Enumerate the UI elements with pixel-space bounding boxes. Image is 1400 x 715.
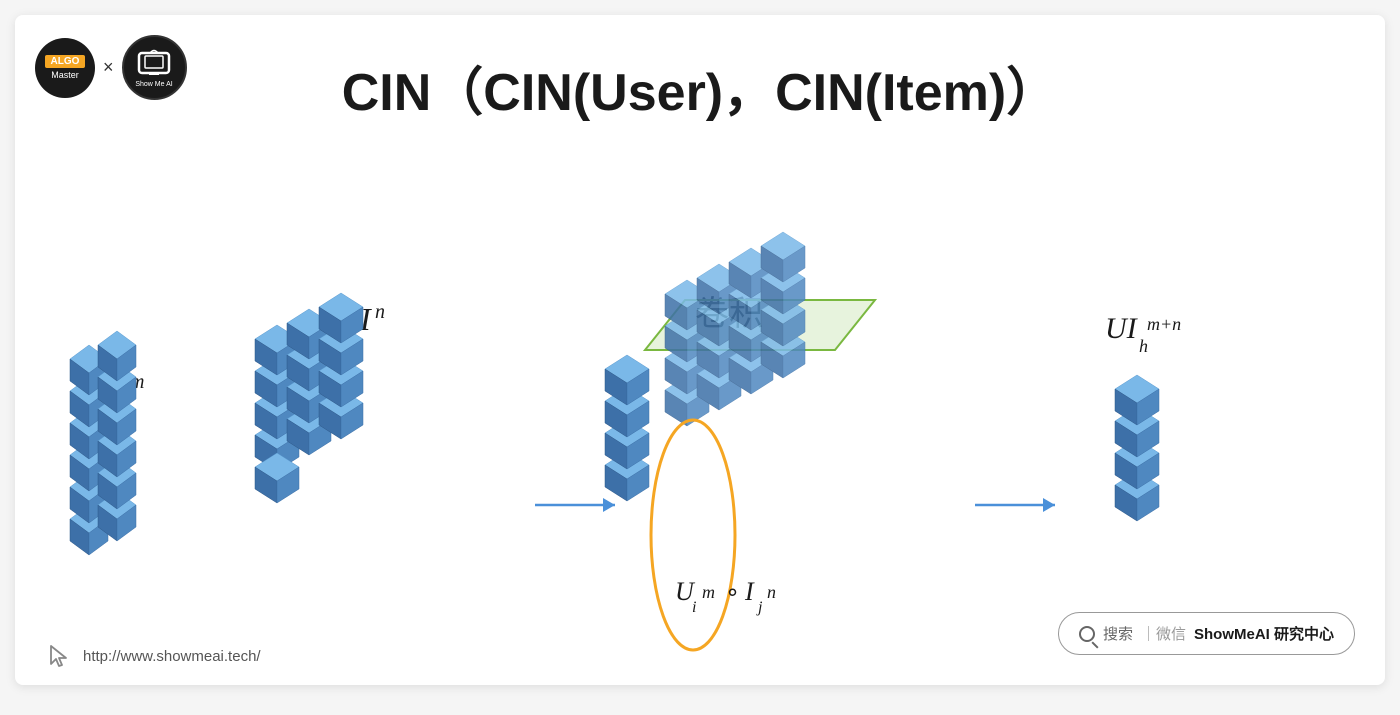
label-formula-isup: n [767,582,776,602]
slide: ALGO Master × Show Me AI CIN（CIN(User)，C… [15,15,1385,685]
search-icon [1079,626,1095,642]
cursor-icon [45,642,73,670]
arrow-1 [535,498,615,512]
label-uimn: UI [1105,312,1139,345]
cube-stack-um [70,331,136,555]
footer: http://www.showmeai.tech/ [45,642,261,670]
cube-stack-in [255,293,363,503]
main-title: CIN（CIN(User)，CIN(Item)） [15,50,1385,125]
main-diagram: U m [15,170,1385,660]
label-uimn-sup: m+n [1147,314,1181,334]
label-formula-sub: i [692,599,696,616]
arrow-2 [975,498,1055,512]
label-formula-isub: j [756,599,763,616]
cube-stack-result [1115,375,1159,521]
footer-url: http://www.showmeai.tech/ [83,648,261,665]
search-label: 搜索 [1103,623,1133,644]
search-box: 搜索 ｜微信 ShowMeAI 研究中心 [1058,612,1355,655]
label-uimn-sub: h [1139,336,1148,356]
label-in-sup: n [375,301,385,323]
label-formula-i: I [744,577,755,606]
search-divider: ｜微信 [1141,623,1186,644]
label-formula-sup: m [702,582,715,602]
search-brand: ShowMeAI 研究中心 [1194,623,1334,644]
label-formula-circ: ∘ [725,580,740,606]
